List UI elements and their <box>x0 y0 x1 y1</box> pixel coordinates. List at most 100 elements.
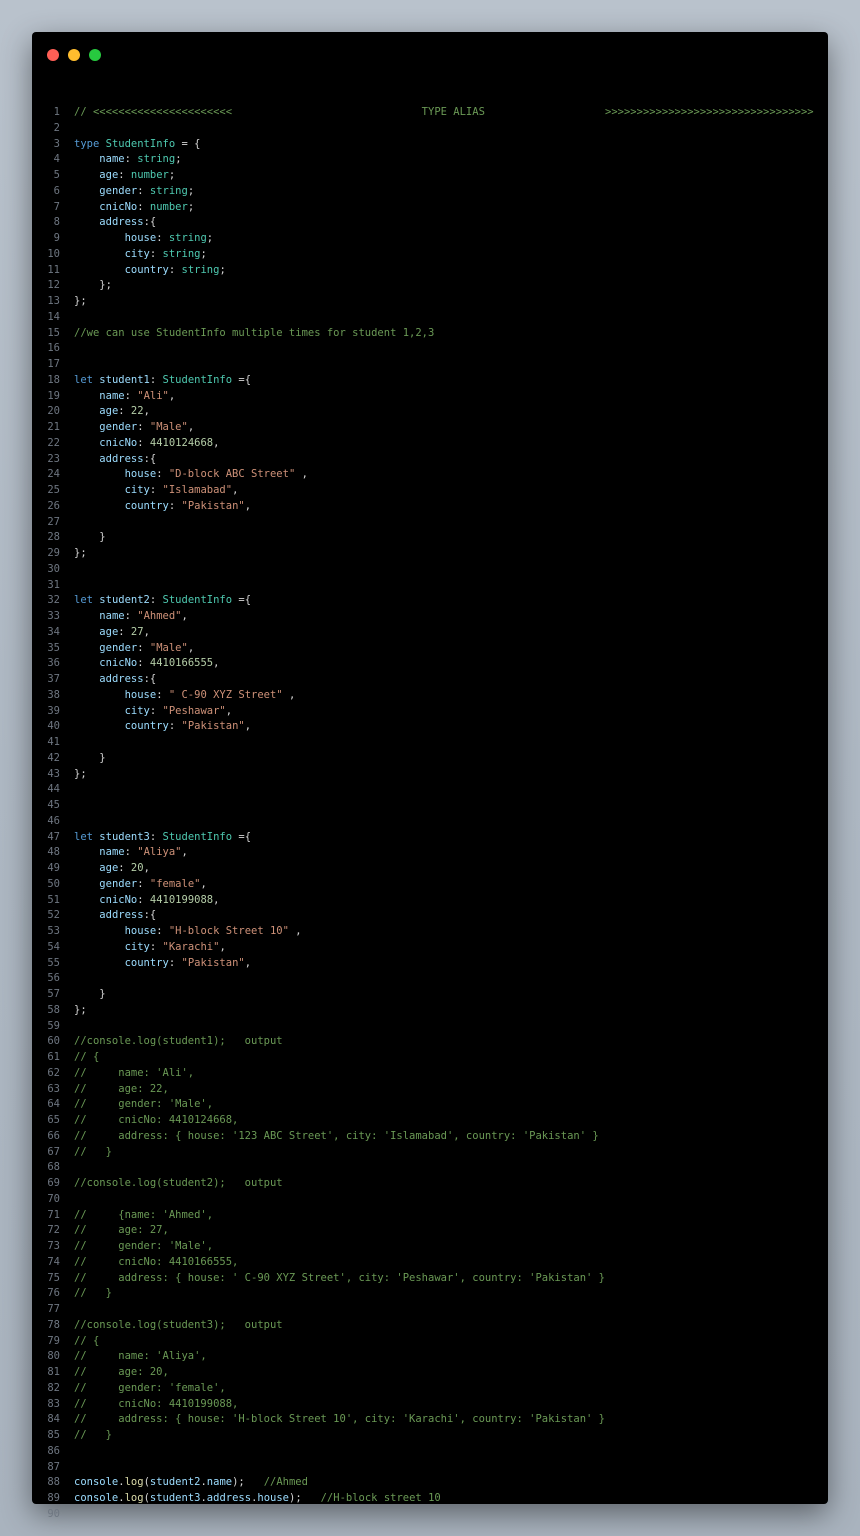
line-number: 14 <box>47 310 60 323</box>
code-token: student1 <box>99 373 150 386</box>
code-line: 61 // { <box>32 1050 828 1066</box>
line-text <box>60 341 74 357</box>
line-text: // age: 20, <box>60 1365 169 1381</box>
code-line: 49 age: 20, <box>32 861 828 877</box>
code-token: , <box>181 846 188 859</box>
line-text: // address: { house: 'H-block Street 10'… <box>60 1412 605 1428</box>
line-text <box>60 562 74 578</box>
code-token: : <box>137 421 150 433</box>
line-number: 28 <box>47 531 60 544</box>
code-line: 16 <box>32 341 828 357</box>
code-token: // { <box>74 1334 100 1347</box>
line-text: cnicNo: number; <box>60 200 194 216</box>
line-text: }; <box>60 767 87 783</box>
line-number: 39 <box>47 704 60 717</box>
code-line: 57 } <box>32 987 828 1003</box>
code-token: ); <box>232 1476 264 1489</box>
code-line: 83 // cnicNo: 4410199088, <box>32 1397 828 1413</box>
code-line: 50 gender: "female", <box>32 877 828 893</box>
code-line: 37 address:{ <box>32 672 828 688</box>
code-token: house <box>124 468 157 481</box>
code-line: 82 // gender: 'female', <box>32 1381 828 1397</box>
line-number: 32 <box>47 594 60 607</box>
code-token: ={ <box>232 373 252 386</box>
line-number: 42 <box>47 751 60 764</box>
code-line: 45 <box>32 798 828 814</box>
line-number: 72 <box>47 1224 60 1237</box>
code-token: "Ahmed" <box>137 610 182 622</box>
code-token: , <box>187 421 195 433</box>
code-token: : <box>149 373 163 386</box>
code-line: 3 type StudentInfo = { <box>32 137 828 153</box>
code-line: 71 // {name: 'Ahmed', <box>32 1208 828 1224</box>
code-token: }; <box>74 279 112 292</box>
line-text <box>60 971 74 987</box>
line-number: 65 <box>47 1114 60 1126</box>
code-token: // address: { house: '123 ABC Street', c… <box>74 1129 599 1142</box>
line-number: 17 <box>47 358 60 370</box>
code-token: house <box>124 232 157 244</box>
line-number: 43 <box>47 767 60 780</box>
code-token: : <box>168 499 182 512</box>
line-number: 4 <box>53 153 60 166</box>
code-line: 8 address:{ <box>32 215 828 231</box>
code-token: "Peshawar" <box>162 704 226 717</box>
code-token: cnicNo <box>99 436 138 449</box>
code-token: : <box>124 389 138 402</box>
code-token: 4410124668 <box>149 436 214 449</box>
line-text: house: string; <box>60 231 214 247</box>
code-token: , <box>288 925 302 937</box>
code-line: 22 cnicNo: 4410124668, <box>32 436 828 452</box>
code-line: 31 <box>32 578 828 594</box>
code-token: name <box>99 610 125 622</box>
code-token: string <box>149 184 188 197</box>
code-token: // gender: 'female', <box>74 1381 226 1394</box>
line-number: 60 <box>47 1035 60 1048</box>
code-token: "D-block ABC Street" <box>168 468 296 481</box>
code-token: "H-block Street 10" <box>168 925 289 937</box>
line-text: // address: { house: ' C-90 XYZ Street',… <box>60 1271 605 1287</box>
code-token: ; <box>200 247 207 260</box>
code-token: : <box>137 436 150 449</box>
line-number: 83 <box>47 1397 60 1410</box>
line-number: 64 <box>47 1098 60 1111</box>
line-text: //console.log(student2); output <box>60 1176 283 1192</box>
code-line: 15 //we can use StudentInfo multiple time… <box>32 326 828 342</box>
code-token: , <box>143 405 150 418</box>
code-token: : <box>149 940 163 953</box>
line-text: address:{ <box>60 908 156 924</box>
code-token: ={ <box>232 594 252 607</box>
code-line: 89 console.log(student3.address.house); /… <box>32 1491 828 1507</box>
line-text: // { <box>60 1334 99 1350</box>
maximize-dot-icon[interactable] <box>89 49 101 61</box>
code-token: address <box>99 909 144 922</box>
code-line: 41 <box>32 735 828 751</box>
code-editor[interactable]: 1 // <<<<<<<<<<<<<<<<<<<<<< TYPE ALIAS >>… <box>32 105 828 1523</box>
code-line: 4 name: string; <box>32 152 828 168</box>
code-token: student2 <box>99 594 150 607</box>
line-text <box>60 798 74 814</box>
code-token: , <box>244 956 252 969</box>
line-number: 59 <box>47 1019 60 1032</box>
code-token: console <box>74 1492 119 1504</box>
code-token: "Pakistan" <box>181 499 245 512</box>
code-token: age <box>99 862 119 874</box>
line-number: 78 <box>47 1318 60 1331</box>
code-token: // cnicNo: 4410124668, <box>74 1114 239 1126</box>
minimize-dot-icon[interactable] <box>68 49 80 61</box>
line-number: 68 <box>47 1161 60 1174</box>
line-text: //console.log(student1); output <box>60 1034 283 1050</box>
close-dot-icon[interactable] <box>47 49 59 61</box>
line-text <box>60 1019 74 1035</box>
code-token: //H-block street 10 <box>320 1492 441 1504</box>
code-token: console <box>74 1476 119 1489</box>
line-number: 76 <box>47 1287 60 1300</box>
code-token: // address: { house: ' C-90 XYZ Street',… <box>74 1271 606 1284</box>
code-token: , <box>232 484 239 496</box>
line-text: // } <box>60 1286 112 1302</box>
code-token: gender <box>99 184 138 197</box>
line-text: // cnicNo: 4410124668, <box>60 1113 238 1129</box>
